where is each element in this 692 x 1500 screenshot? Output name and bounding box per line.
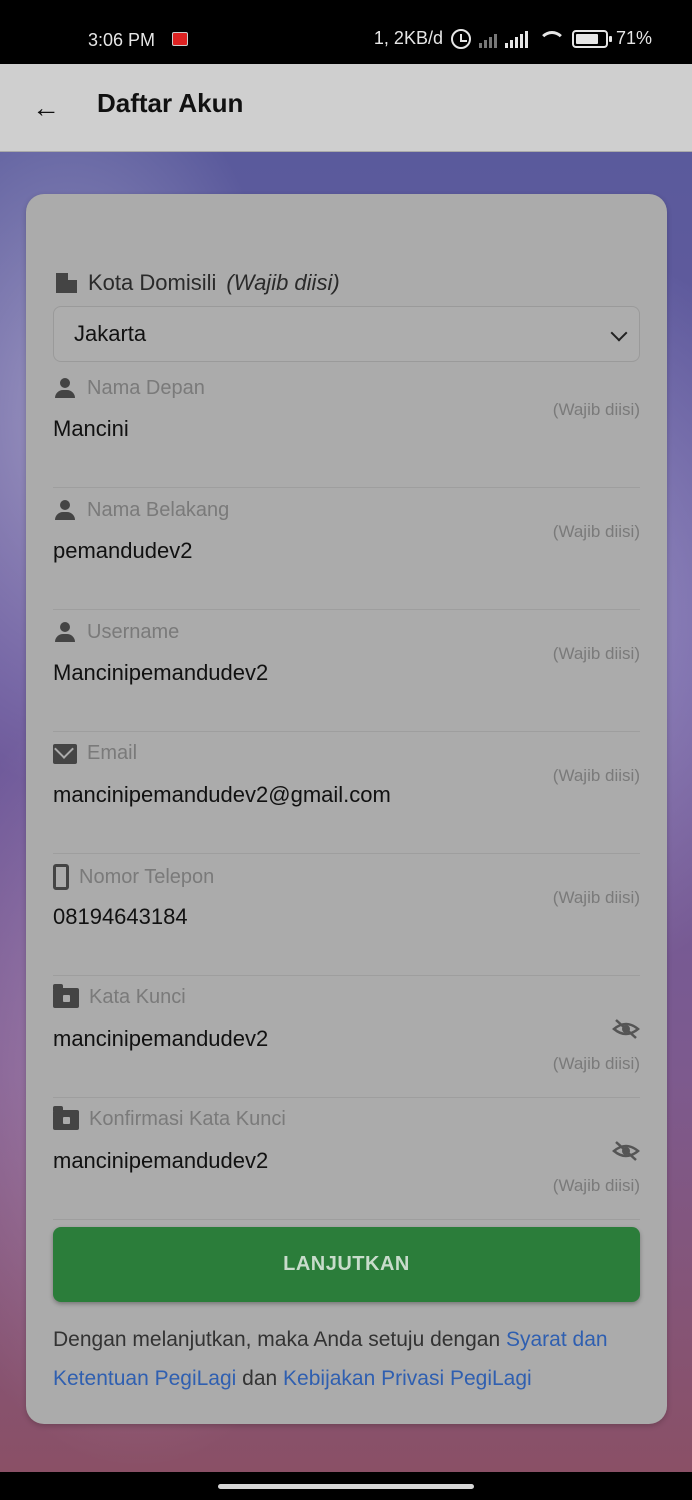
username-label: Username: [87, 620, 180, 643]
eye-off-icon[interactable]: [612, 1018, 640, 1040]
notification-icon: [172, 32, 188, 46]
page-title: Daftar Akun: [97, 88, 244, 118]
phone-icon: [53, 864, 69, 890]
person-icon: [53, 376, 77, 400]
navigation-bar: [0, 1472, 692, 1500]
building-icon: [54, 271, 78, 295]
home-gesture-handle[interactable]: [218, 1484, 474, 1489]
first-name-field[interactable]: Nama Depan Mancini (Wajib diisi): [53, 366, 640, 488]
terms-middle: dan: [236, 1367, 284, 1390]
email-label: Email: [87, 742, 138, 764]
last-name-field[interactable]: Nama Belakang pemandudev2 (Wajib diisi): [53, 488, 640, 610]
eye-off-icon[interactable]: [612, 1140, 640, 1162]
back-button[interactable]: ←: [28, 90, 64, 126]
folder-lock-icon: [53, 983, 79, 1008]
mail-icon: [53, 743, 77, 764]
signal-icon-sim1: [504, 30, 528, 48]
password-label: Kata Kunci: [89, 986, 186, 1008]
terms-prefix: Dengan melanjutkan, maka Anda setuju den…: [53, 1328, 506, 1351]
first-name-label: Nama Depan: [87, 376, 205, 399]
required-hint: (Wajib diisi): [552, 1054, 640, 1073]
arrow-left-icon: ←: [32, 92, 60, 123]
email-field[interactable]: Email mancinipemandudev2@gmail.com (Waji…: [53, 732, 640, 854]
username-input[interactable]: Mancinipemandudev2: [53, 660, 268, 686]
required-hint: (Wajib diisi): [552, 644, 640, 663]
confirm-password-input[interactable]: mancinipemandudev2: [53, 1148, 268, 1174]
phone-label: Nomor Telepon: [79, 865, 215, 888]
required-hint: (Wajib diisi): [552, 766, 640, 785]
folder-lock-icon: [53, 1105, 79, 1130]
required-hint: (Wajib diisi): [552, 1176, 640, 1195]
required-hint: (Wajib diisi): [552, 888, 640, 907]
privacy-link[interactable]: Kebijakan Privasi PegiLagi: [283, 1367, 532, 1390]
network-speed: 1, 2KB/d: [373, 28, 443, 48]
first-name-input[interactable]: Mancini: [53, 416, 129, 442]
alarm-icon: [450, 28, 471, 49]
password-field[interactable]: Kata Kunci mancinipemandudev2 (Wajib dii…: [53, 976, 640, 1098]
confirm-password-label: Konfirmasi Kata Kunci: [89, 1108, 286, 1130]
phone-field[interactable]: Nomor Telepon 08194643184 (Wajib diisi): [53, 854, 640, 976]
city-label-text: Kota Domisili: [88, 270, 217, 295]
required-hint: (Wajib diisi): [552, 522, 640, 541]
required-hint: (Wajib diisi): [552, 400, 640, 419]
continue-button[interactable]: LANJUTKAN: [53, 1227, 640, 1302]
confirm-password-field[interactable]: Konfirmasi Kata Kunci mancinipemandudev2…: [53, 1098, 640, 1220]
person-icon: [53, 498, 77, 522]
signal-icon-sim2: [478, 30, 497, 48]
battery-percent: 71%: [615, 28, 652, 48]
wifi-icon: [536, 29, 566, 49]
email-input[interactable]: mancinipemandudev2@gmail.com: [53, 782, 391, 808]
last-name-input[interactable]: pemandudev2: [53, 538, 192, 564]
city-required-note: (Wajib diisi): [226, 270, 340, 295]
password-input[interactable]: mancinipemandudev2: [53, 1026, 268, 1052]
city-select-value: Jakarta: [74, 321, 147, 346]
registration-card: Kota Domisili (Wajib diisi) Jakarta Nama…: [26, 194, 667, 1424]
chevron-down-icon: [610, 324, 628, 342]
status-bar: 3:06 PM 1, 2KB/d 71%: [0, 0, 692, 64]
status-icons: 1, 2KB/d 71%: [374, 28, 652, 49]
terms-text: Dengan melanjutkan, maka Anda setuju den…: [53, 1320, 640, 1398]
city-label: Kota Domisili (Wajib diisi): [54, 270, 340, 296]
phone-input[interactable]: 08194643184: [53, 904, 188, 930]
username-field[interactable]: Username Mancinipemandudev2 (Wajib diisi…: [53, 610, 640, 732]
battery-icon: [571, 29, 612, 48]
last-name-label: Nama Belakang: [87, 498, 230, 521]
person-icon: [53, 620, 77, 644]
city-select[interactable]: Jakarta: [53, 306, 640, 362]
app-bar: ← Daftar Akun: [0, 64, 692, 152]
status-time: 3:06 PM: [88, 30, 156, 50]
